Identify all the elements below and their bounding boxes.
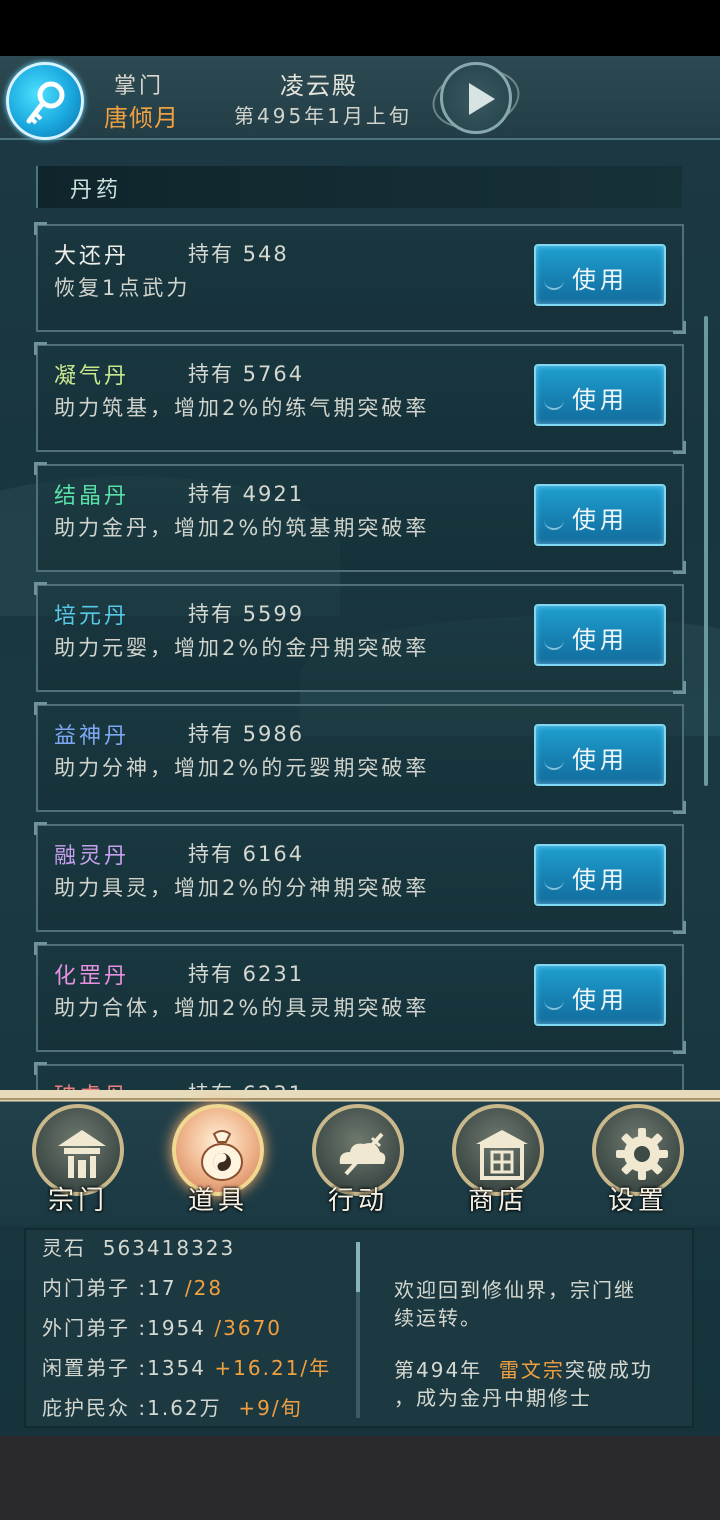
message-line: 续运转。: [394, 1306, 482, 1330]
list-item: 培元丹 持有 5599 助力元婴，增加2%的金丹期突破率 使用: [34, 582, 686, 694]
item-count: 持有 548: [188, 242, 289, 266]
item-description: 助力合体，增加2%的具灵期突破率: [54, 996, 430, 1020]
stat-value: 1.62万: [147, 1396, 222, 1420]
leader-role: 掌门: [114, 74, 165, 99]
list-item: 大还丹 持有 548 恢复1点武力 使用: [34, 222, 686, 334]
game-screen: 掌门 唐倾月 凌云殿 第495年1月上旬 丹药 大还丹 持有 548 恢复1点武…: [0, 56, 720, 1436]
item-description: 助力元婴，增加2%的金丹期突破率: [54, 636, 430, 660]
item-description: 助力具灵，增加2%的分神期突破率: [54, 876, 430, 900]
use-button-label: 使用: [572, 506, 628, 534]
message-line: 第494年 雷文宗突破成功: [394, 1354, 653, 1383]
item-count: 持有 5986: [188, 722, 305, 746]
status-bar: [0, 0, 720, 56]
nav-item-items[interactable]: 道具: [168, 1104, 268, 1222]
use-button-label: 使用: [572, 626, 628, 654]
panel-divider: [356, 1242, 360, 1418]
stat-rate: +16.21/年: [214, 1356, 332, 1380]
item-name: 结晶丹: [54, 484, 130, 509]
stat-label: 闲置弟子 :: [42, 1356, 148, 1380]
sect-name: 凌云殿: [280, 72, 358, 100]
message-highlight: 雷文宗: [498, 1358, 565, 1382]
list-item: 结晶丹 持有 4921 助力金丹，增加2%的筑基期突破率 使用: [34, 462, 686, 574]
list-item: 融灵丹 持有 6164 助力具灵，增加2%的分神期突破率 使用: [34, 822, 686, 934]
message-text: 第494年: [394, 1358, 483, 1382]
stat-rate: +9/旬: [238, 1396, 303, 1420]
use-button[interactable]: 使用: [534, 484, 666, 546]
sheltered-people-stat: 庇护民众 :1.62万 +9/旬: [42, 1392, 303, 1421]
list-item: 化罡丹 持有 6231 助力合体，增加2%的具灵期突破率 使用: [34, 942, 686, 1054]
leader-avatar[interactable]: [6, 62, 84, 140]
item-name: 益神丹: [54, 724, 130, 749]
play-icon[interactable]: [440, 62, 512, 134]
message-line: ，成为金丹中期修士: [394, 1386, 592, 1410]
use-button-label: 使用: [572, 986, 628, 1014]
use-button-label: 使用: [572, 266, 628, 294]
section-title: 丹药: [70, 178, 123, 203]
stat-max: /28: [184, 1276, 224, 1300]
list-item: 凝气丹 持有 5764 助力筑基，增加2%的练气期突破率 使用: [34, 342, 686, 454]
item-count: 持有 6231: [188, 962, 305, 986]
stat-max: /3670: [214, 1316, 283, 1340]
item-count: 持有 6164: [188, 842, 305, 866]
stat-value: 1354: [147, 1356, 207, 1380]
stat-label: 外门弟子 :: [42, 1316, 148, 1340]
item-description: 助力筑基，增加2%的练气期突破率: [54, 396, 430, 420]
use-button[interactable]: 使用: [534, 604, 666, 666]
nav-label: 道具: [187, 1186, 248, 1216]
use-button-label: 使用: [572, 386, 628, 414]
section-header: 丹药: [36, 166, 682, 208]
item-name: 融灵丹: [54, 844, 130, 869]
nav-label: 设置: [607, 1186, 668, 1216]
nav-item-action[interactable]: 行动: [308, 1104, 408, 1222]
stat-value: 17: [147, 1276, 177, 1300]
nav-item-settings[interactable]: 设置: [588, 1104, 688, 1222]
system-nav-area: [0, 1436, 720, 1520]
item-name: 化罡丹: [54, 964, 130, 989]
use-button-label: 使用: [572, 866, 628, 894]
item-description: 助力金丹，增加2%的筑基期突破率: [54, 516, 430, 540]
spirit-stone-stat: 灵石 563418323: [42, 1232, 235, 1261]
message-text: 突破成功: [564, 1358, 653, 1382]
outer-disciples-stat: 外门弟子 :1954 /3670: [42, 1312, 282, 1341]
use-button[interactable]: 使用: [534, 844, 666, 906]
sect-info-panel: 灵石 563418323 内门弟子 :17 /28 外门弟子 :1954 /36…: [24, 1228, 694, 1428]
list-item: 益神丹 持有 5986 助力分神，增加2%的元婴期突破率 使用: [34, 702, 686, 814]
stat-value: 563418323: [102, 1236, 236, 1260]
nav-item-sect[interactable]: 宗门: [28, 1104, 128, 1222]
use-button[interactable]: 使用: [534, 364, 666, 426]
scrollbar[interactable]: [704, 316, 708, 786]
item-description: 助力分神，增加2%的元婴期突破率: [54, 756, 430, 780]
game-date: 第495年1月上旬: [234, 104, 412, 128]
inner-disciples-stat: 内门弟子 :17 /28: [42, 1272, 223, 1301]
top-header: 掌门 唐倾月 凌云殿 第495年1月上旬: [0, 56, 720, 140]
item-count: 持有 5764: [188, 362, 305, 386]
use-button[interactable]: 使用: [534, 244, 666, 306]
stat-label: 灵石: [42, 1236, 86, 1260]
stat-value: 1954: [147, 1316, 207, 1340]
item-name: 培元丹: [54, 604, 130, 629]
item-count: 持有 4921: [188, 482, 305, 506]
message-line: 欢迎回到修仙界，宗门继: [394, 1278, 636, 1302]
stat-label: 内门弟子 :: [42, 1276, 148, 1300]
nav-label: 行动: [327, 1186, 388, 1216]
nav-label: 宗门: [47, 1186, 108, 1216]
leader-name: 唐倾月: [104, 104, 179, 132]
item-name: 凝气丹: [54, 364, 130, 389]
item-count: 持有 5599: [188, 602, 305, 626]
use-button[interactable]: 使用: [534, 964, 666, 1026]
nav-label: 商店: [467, 1186, 528, 1216]
item-description: 恢复1点武力: [54, 276, 191, 300]
nav-border: [0, 1090, 720, 1100]
bottom-nav: 宗门 道具 行动 商店 设置: [0, 1090, 720, 1226]
stat-label: 庇护民众 :: [42, 1396, 148, 1420]
nav-item-shop[interactable]: 商店: [448, 1104, 548, 1222]
key-icon: [26, 81, 65, 125]
use-button-label: 使用: [572, 746, 628, 774]
use-button[interactable]: 使用: [534, 724, 666, 786]
idle-disciples-stat: 闲置弟子 :1354 +16.21/年: [42, 1352, 331, 1381]
item-name: 大还丹: [54, 244, 130, 269]
